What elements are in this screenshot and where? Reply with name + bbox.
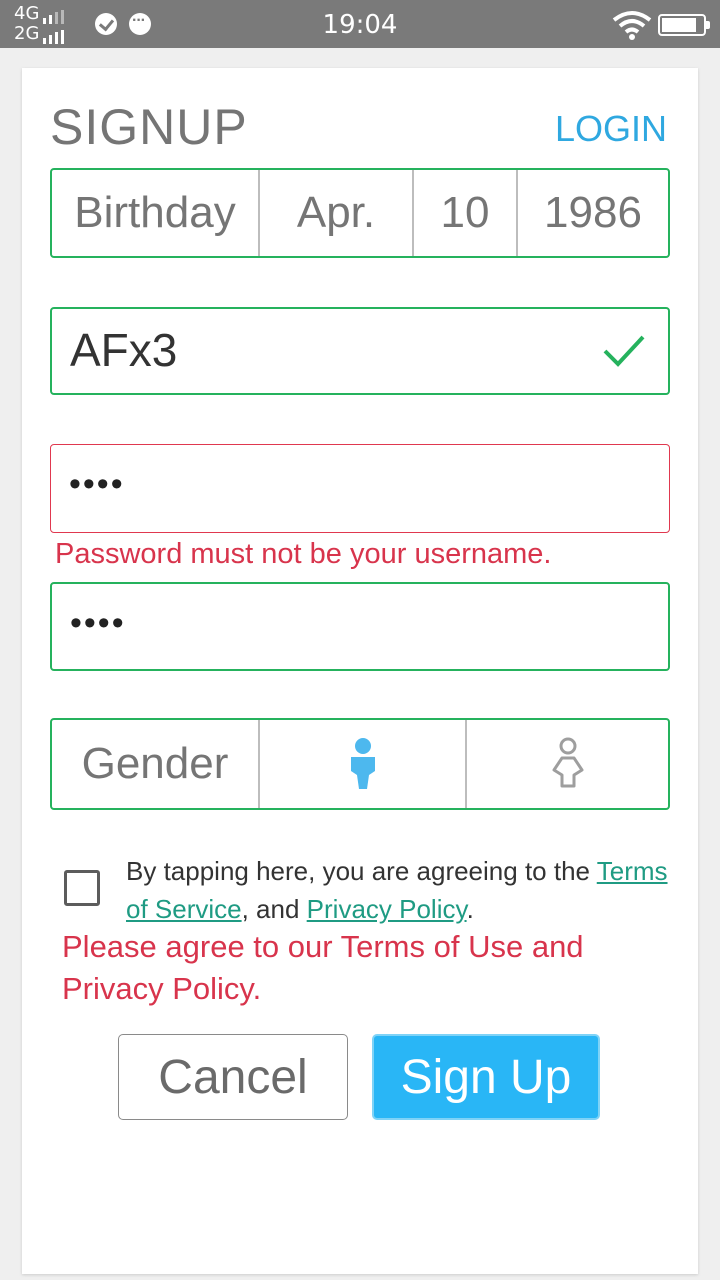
agreement-text-middle: , and xyxy=(241,894,307,924)
female-icon xyxy=(552,737,583,788)
agreement-text-start: By tapping here, you are agreeing to the xyxy=(126,856,597,886)
status-bar: 4G 2G 19:04 xyxy=(0,0,720,48)
battery-icon xyxy=(658,14,710,36)
wifi-icon xyxy=(612,11,652,40)
page-title: SIGNUP xyxy=(50,99,248,155)
sign-up-button[interactable]: Sign Up xyxy=(372,1034,600,1120)
password-error-message: Password must not be your username. xyxy=(55,538,552,570)
agree-checkbox[interactable] xyxy=(64,870,100,906)
birthday-day-select[interactable]: 10 xyxy=(412,170,516,256)
username-value: AFx3 xyxy=(70,324,178,376)
gender-label: Gender xyxy=(81,739,229,788)
confirm-password-value: •••• xyxy=(70,604,126,642)
login-link[interactable]: LOGIN xyxy=(555,108,667,150)
male-icon xyxy=(350,738,375,789)
gender-option-female[interactable] xyxy=(465,720,668,808)
birthday-month-select[interactable]: Apr. xyxy=(258,170,412,256)
agreement-text: By tapping here, you are agreeing to the… xyxy=(126,852,674,928)
password-value: •••• xyxy=(69,465,125,503)
privacy-policy-link[interactable]: Privacy Policy xyxy=(307,894,467,924)
checkmark-icon xyxy=(603,335,645,367)
cancel-button[interactable]: Cancel xyxy=(118,1034,348,1120)
agreement-text-end: . xyxy=(466,894,474,924)
signup-card: SIGNUP LOGIN Birthday Apr. 10 1986 AFx3 … xyxy=(22,68,698,1274)
confirm-password-field[interactable]: •••• xyxy=(50,582,670,671)
username-field[interactable]: AFx3 xyxy=(50,307,670,395)
gender-option-male[interactable] xyxy=(258,720,465,808)
birthday-year-select[interactable]: 1986 xyxy=(516,170,668,256)
birthday-label: Birthday xyxy=(74,188,236,237)
gender-field: Gender xyxy=(50,718,670,810)
agreement-error-message: Please agree to our Terms of Use and Pri… xyxy=(62,929,584,1006)
birthday-field: Birthday Apr. 10 1986 xyxy=(50,168,670,258)
password-field[interactable]: •••• xyxy=(50,444,670,533)
